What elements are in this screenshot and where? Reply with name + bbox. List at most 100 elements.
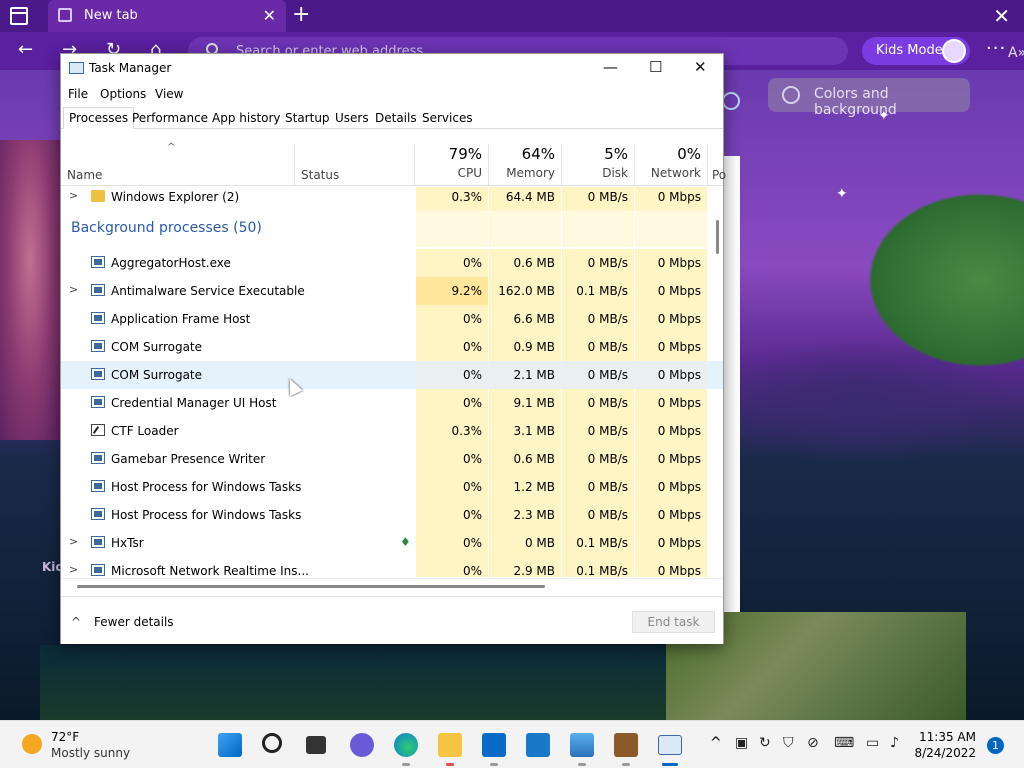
column-name[interactable]: Name bbox=[67, 168, 102, 182]
photos-icon[interactable] bbox=[570, 733, 594, 757]
keyboard-icon[interactable]: ⌨ bbox=[834, 735, 854, 751]
tab-services[interactable]: Services bbox=[416, 107, 479, 129]
tab-users[interactable]: Users bbox=[329, 107, 375, 129]
search-icon[interactable] bbox=[262, 733, 282, 753]
start-windows-icon[interactable] bbox=[218, 733, 242, 757]
table-row[interactable]: COM Surrogate 0% 0.9 MB 0 MB/s 0 Mbps bbox=[61, 333, 723, 361]
table-row[interactable]: COM Surrogate 0% 2.1 MB 0 MB/s 0 Mbps bbox=[61, 361, 723, 389]
process-icon bbox=[91, 536, 105, 548]
page-search-icon[interactable] bbox=[722, 92, 740, 110]
vertical-scrollbar[interactable] bbox=[713, 187, 723, 577]
disk-cell: 0 MB/s bbox=[562, 187, 634, 211]
display-icon[interactable]: ▭ bbox=[866, 735, 879, 751]
process-icon bbox=[91, 340, 105, 352]
process-name: Gamebar Presence Writer bbox=[111, 452, 266, 466]
file-explorer-icon[interactable] bbox=[438, 733, 462, 757]
weather-temperature[interactable]: 72°F bbox=[51, 730, 79, 744]
end-task-button[interactable]: End task bbox=[632, 611, 715, 633]
weather-description[interactable]: Mostly sunny bbox=[51, 746, 130, 760]
browser-menu-icon[interactable]: ··· bbox=[986, 40, 1006, 58]
expand-chevron-icon[interactable]: > bbox=[69, 563, 78, 576]
table-row[interactable]: CTF Loader 0.3% 3.1 MB 0 MB/s 0 Mbps bbox=[61, 417, 723, 445]
clock-time[interactable]: 11:35 AM bbox=[916, 730, 976, 744]
column-divider[interactable] bbox=[707, 144, 708, 186]
browser-close-button[interactable]: ✕ bbox=[993, 4, 1010, 28]
colors-background-button[interactable]: Colors and background bbox=[768, 78, 970, 118]
back-arrow-icon[interactable]: ← bbox=[18, 40, 33, 60]
tab-details[interactable]: Details bbox=[369, 107, 423, 129]
network-off-icon[interactable]: ⊘ bbox=[807, 735, 819, 751]
table-row[interactable]: > HxTsr ♦ 0% 0 MB 0.1 MB/s 0 Mbps bbox=[61, 529, 723, 557]
read-aloud-icon[interactable]: A» bbox=[1008, 45, 1024, 61]
column-power-partial[interactable]: Po bbox=[712, 168, 726, 182]
browser-tab[interactable]: New tab ✕ bbox=[48, 0, 286, 32]
kids-mode-button[interactable]: Kids Mode bbox=[862, 37, 970, 65]
cpu-cell: 0% bbox=[416, 361, 488, 389]
column-status[interactable]: Status bbox=[301, 168, 339, 182]
table-row[interactable]: AggregatorHost.exe 0% 0.6 MB 0 MB/s 0 Mb… bbox=[61, 249, 723, 277]
sidebar-toggle-icon[interactable] bbox=[10, 7, 28, 25]
tab-strip: Processes Performance App history Startu… bbox=[61, 107, 723, 129]
maximize-button[interactable]: ☐ bbox=[649, 58, 662, 76]
tab-performance[interactable]: Performance bbox=[126, 107, 214, 129]
tab-processes[interactable]: Processes bbox=[63, 107, 135, 129]
tab-startup[interactable]: Startup bbox=[279, 107, 336, 129]
expand-chevron-icon[interactable]: > bbox=[69, 189, 78, 202]
vertical-scroll-thumb[interactable] bbox=[716, 220, 719, 254]
group-disk-cell bbox=[562, 211, 634, 247]
tray-app-icon[interactable]: ▣ bbox=[735, 735, 748, 751]
tab-close-icon[interactable]: ✕ bbox=[263, 6, 276, 25]
column-divider[interactable] bbox=[294, 144, 295, 186]
table-row[interactable]: > Windows Explorer (2) 0.3% 64.4 MB 0 MB… bbox=[61, 187, 723, 211]
process-name: Microsoft Network Realtime Ins... bbox=[111, 564, 309, 577]
fewer-details-link[interactable]: Fewer details bbox=[94, 615, 174, 629]
menu-file[interactable]: File bbox=[68, 87, 88, 101]
clock-date[interactable]: 8/24/2022 bbox=[906, 746, 976, 760]
column-memory[interactable]: Memory bbox=[489, 166, 555, 180]
expand-chevron-icon[interactable]: > bbox=[69, 283, 78, 296]
sync-icon[interactable]: ↻ bbox=[759, 735, 771, 751]
menu-view[interactable]: View bbox=[155, 87, 183, 101]
minecraft-icon[interactable] bbox=[614, 733, 638, 757]
memory-cell: 1.2 MB bbox=[489, 473, 561, 501]
chevron-up-icon[interactable]: ^ bbox=[71, 615, 81, 629]
table-row[interactable]: Host Process for Windows Tasks 0% 2.3 MB… bbox=[61, 501, 723, 529]
table-row[interactable]: > Microsoft Network Realtime Ins... 0% 2… bbox=[61, 557, 723, 577]
volume-icon[interactable]: ♪ bbox=[890, 735, 899, 751]
column-cpu[interactable]: CPU bbox=[416, 166, 482, 180]
table-row[interactable]: Application Frame Host 0% 6.6 MB 0 MB/s … bbox=[61, 305, 723, 333]
show-hidden-icons-chevron-icon[interactable]: ^ bbox=[710, 735, 722, 751]
security-shield-icon[interactable]: ⛉ bbox=[783, 735, 794, 751]
table-row[interactable]: > Antimalware Service Executable 9.2% 16… bbox=[61, 277, 723, 305]
tab-app-history[interactable]: App history bbox=[206, 107, 287, 129]
colors-background-label: Colors and background bbox=[814, 86, 897, 118]
close-button[interactable]: ✕ bbox=[694, 58, 707, 76]
notification-badge[interactable]: 1 bbox=[987, 737, 1004, 754]
process-name: AggregatorHost.exe bbox=[111, 256, 231, 270]
table-row[interactable]: Host Process for Windows Tasks 0% 1.2 MB… bbox=[61, 473, 723, 501]
chat-icon[interactable] bbox=[350, 733, 374, 757]
column-disk[interactable]: Disk bbox=[562, 166, 628, 180]
disk-cell: 0.1 MB/s bbox=[562, 557, 634, 577]
menu-options[interactable]: Options bbox=[100, 87, 146, 101]
table-row[interactable]: Credential Manager UI Host 0% 9.1 MB 0 M… bbox=[61, 389, 723, 417]
mail-icon[interactable] bbox=[526, 733, 550, 757]
new-tab-button[interactable]: + bbox=[292, 4, 310, 26]
task-manager-taskbar-icon[interactable] bbox=[658, 735, 682, 755]
task-manager-titlebar[interactable]: Task Manager — ☐ ✕ bbox=[61, 54, 723, 84]
network-percent: 0% bbox=[677, 145, 701, 163]
task-view-icon[interactable] bbox=[306, 736, 326, 754]
weather-sun-icon[interactable] bbox=[22, 734, 42, 754]
table-row[interactable]: Gamebar Presence Writer 0% 0.6 MB 0 MB/s… bbox=[61, 445, 723, 473]
edge-browser-icon[interactable] bbox=[394, 733, 418, 757]
memory-cell: 3.1 MB bbox=[489, 417, 561, 445]
column-divider[interactable] bbox=[414, 144, 415, 186]
expand-chevron-icon[interactable]: > bbox=[69, 535, 78, 548]
column-network[interactable]: Network bbox=[635, 166, 701, 180]
horizontal-scrollbar[interactable] bbox=[61, 578, 723, 592]
minimize-button[interactable]: — bbox=[603, 58, 618, 76]
store-icon[interactable] bbox=[482, 733, 506, 757]
network-cell: 0 Mbps bbox=[635, 187, 707, 211]
horizontal-scroll-thumb[interactable] bbox=[77, 585, 545, 588]
cpu-cell: 0% bbox=[416, 529, 488, 557]
